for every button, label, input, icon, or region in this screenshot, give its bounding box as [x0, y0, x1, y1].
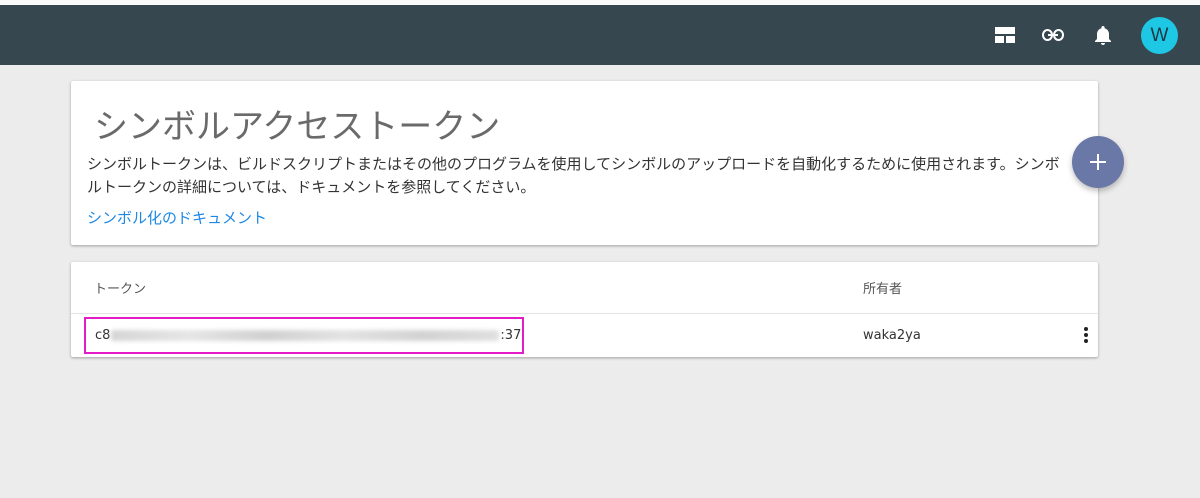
plus-icon [1090, 154, 1106, 170]
header-card: シンボルアクセストークン シンボルトークンは、ビルドスクリプトまたはその他のプロ… [71, 81, 1098, 245]
token-value[interactable]: c8 :37 [95, 328, 521, 343]
token-highlight-box: c8 :37 [84, 317, 524, 354]
token-redacted [111, 330, 500, 341]
page-title: シンボルアクセストークン [94, 107, 501, 147]
row-more-options-icon[interactable] [1076, 324, 1096, 346]
token-suffix: :37 [500, 328, 522, 343]
bell-icon[interactable] [1088, 20, 1118, 50]
avatar[interactable]: W [1141, 17, 1178, 54]
token-prefix: c8 [95, 328, 111, 343]
documentation-link[interactable]: シンボル化のドキュメント [87, 207, 267, 228]
link-icon[interactable] [1038, 20, 1068, 50]
column-header-token: トークン [94, 282, 147, 297]
tokens-table: トークン 所有者 c8 :37 waka2ya [71, 262, 1098, 357]
divider [71, 313, 1098, 314]
column-header-owner: 所有者 [863, 282, 903, 297]
add-token-button[interactable] [1072, 136, 1124, 188]
layout-icon[interactable] [990, 20, 1020, 50]
page-description: シンボルトークンは、ビルドスクリプトまたはその他のプログラムを使用してシンボルの… [87, 155, 1060, 196]
app-bar [0, 5, 1200, 65]
owner-cell: waka2ya [863, 328, 921, 343]
